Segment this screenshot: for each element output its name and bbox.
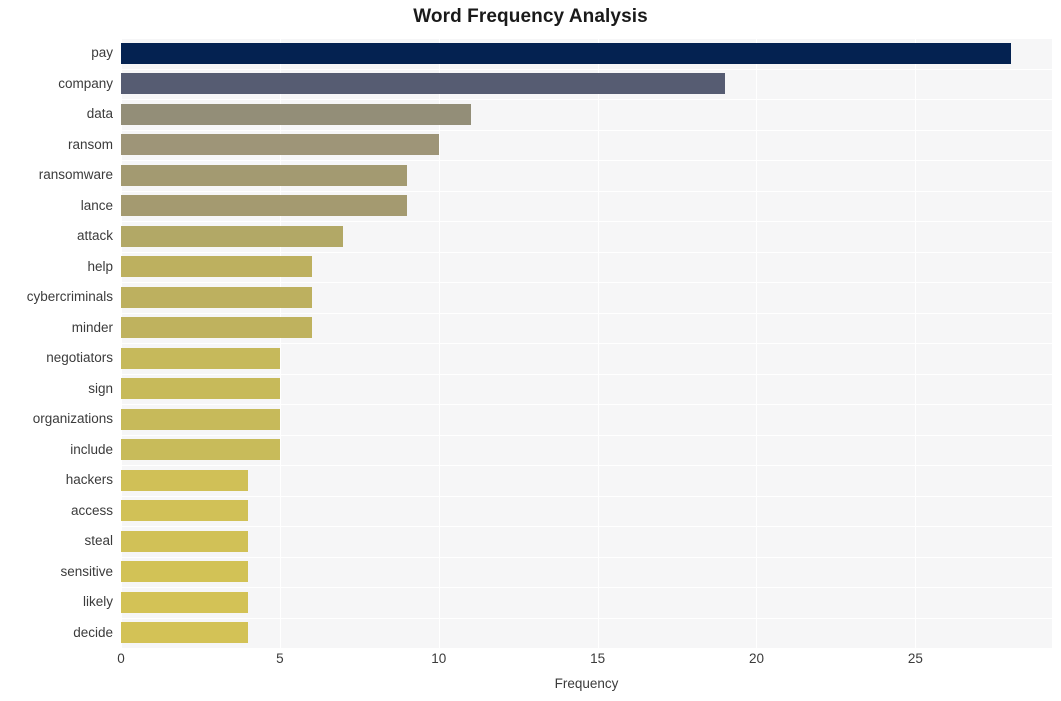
horizontal-gridline <box>121 221 1052 222</box>
horizontal-gridline <box>121 648 1052 649</box>
bar-row[interactable] <box>121 530 1052 552</box>
bar-company[interactable] <box>121 73 725 95</box>
y-tick-label-hackers: hackers <box>65 472 113 488</box>
bar-hackers[interactable] <box>121 469 249 491</box>
bar-likely[interactable] <box>121 591 249 613</box>
bar-minder[interactable] <box>121 317 312 339</box>
x-tick-label-5: 5 <box>276 651 284 666</box>
horizontal-gridline <box>121 617 1052 619</box>
horizontal-gridline <box>121 465 1052 466</box>
x-axis-tick-labels: 0 5 10 15 20 25 <box>117 651 1052 672</box>
plot-area <box>121 38 1052 649</box>
bar-row[interactable] <box>121 469 1052 491</box>
horizontal-gridline <box>121 68 1052 70</box>
y-tick-label-minder: minder <box>71 319 113 335</box>
bar-help[interactable] <box>121 256 312 278</box>
bar-row[interactable] <box>121 225 1052 247</box>
bar-row[interactable] <box>121 164 1052 186</box>
y-tick-label-likely: likely <box>82 594 113 610</box>
bar-attack[interactable] <box>121 225 344 247</box>
bar-row[interactable] <box>121 317 1052 339</box>
bar-ransomware[interactable] <box>121 164 407 186</box>
bar-row[interactable] <box>121 591 1052 613</box>
horizontal-gridline <box>121 404 1052 405</box>
y-tick-label-ransomware: ransomware <box>38 167 113 183</box>
bar-row[interactable] <box>121 195 1052 217</box>
bar-row[interactable] <box>121 622 1052 644</box>
horizontal-gridline <box>121 556 1052 558</box>
bar-negotiators[interactable] <box>121 347 280 369</box>
bar-row[interactable] <box>121 561 1052 583</box>
bar-ransom[interactable] <box>121 134 439 156</box>
bar-row[interactable] <box>121 73 1052 95</box>
horizontal-gridline <box>121 587 1052 588</box>
bar-row[interactable] <box>121 347 1052 369</box>
horizontal-gridline <box>121 373 1052 375</box>
horizontal-gridline <box>121 99 1052 100</box>
y-tick-label-lance: lance <box>80 197 113 213</box>
y-tick-label-help: help <box>87 258 113 274</box>
bar-row[interactable] <box>121 408 1052 430</box>
bar-pay[interactable] <box>121 42 1011 64</box>
horizontal-gridline <box>121 190 1052 192</box>
y-tick-label-organizations: organizations <box>32 411 113 427</box>
bar-sign[interactable] <box>121 378 280 400</box>
x-tick-label-15: 15 <box>590 651 606 666</box>
horizontal-gridline <box>121 434 1052 436</box>
horizontal-gridline <box>121 282 1052 283</box>
bar-steal[interactable] <box>121 530 249 552</box>
bar-cybercriminals[interactable] <box>121 286 312 308</box>
chart-title: Word Frequency Analysis <box>413 6 648 27</box>
y-tick-label-company: company <box>58 75 113 91</box>
bar-access[interactable] <box>121 500 249 522</box>
y-tick-label-negotiators: negotiators <box>46 350 113 366</box>
x-tick-label-0: 0 <box>117 651 125 666</box>
bar-row[interactable] <box>121 42 1052 64</box>
bar-row[interactable] <box>121 256 1052 278</box>
y-tick-label-sign: sign <box>88 380 113 396</box>
bar-row[interactable] <box>121 439 1052 461</box>
y-axis-tick-labels: pay company data ransom ransomware lance attac… <box>0 38 113 648</box>
y-tick-label-data: data <box>86 106 113 122</box>
bar-data[interactable] <box>121 103 471 125</box>
horizontal-gridline <box>121 495 1052 497</box>
bar-row[interactable] <box>121 103 1052 125</box>
y-tick-label-attack: attack <box>76 228 113 244</box>
horizontal-gridline <box>121 343 1052 344</box>
x-axis-title: Frequency <box>554 676 619 691</box>
x-tick-label-25: 25 <box>907 651 923 666</box>
bar-row[interactable] <box>121 134 1052 156</box>
horizontal-gridline <box>121 38 1052 39</box>
bar-lance[interactable] <box>121 195 407 217</box>
bar-row[interactable] <box>121 286 1052 308</box>
bar-sensitive[interactable] <box>121 561 249 583</box>
horizontal-gridline <box>121 526 1052 527</box>
bar-row[interactable] <box>121 378 1052 400</box>
x-tick-label-10: 10 <box>431 651 447 666</box>
y-tick-label-steal: steal <box>84 533 113 549</box>
y-tick-label-access: access <box>70 502 113 518</box>
horizontal-gridline <box>121 312 1052 314</box>
bar-include[interactable] <box>121 439 280 461</box>
y-tick-label-ransom: ransom <box>67 136 113 152</box>
bar-row[interactable] <box>121 500 1052 522</box>
y-tick-label-decide: decide <box>73 624 113 640</box>
bar-decide[interactable] <box>121 622 249 644</box>
horizontal-gridline <box>121 251 1052 253</box>
y-tick-label-pay: pay <box>91 45 113 61</box>
chart-figure: Word Frequency Analysis pay company data ra… <box>0 0 1061 701</box>
horizontal-gridline <box>121 129 1052 131</box>
x-tick-label-20: 20 <box>748 651 764 666</box>
y-tick-label-include: include <box>70 441 113 457</box>
bar-organizations[interactable] <box>121 408 280 430</box>
horizontal-gridline <box>121 160 1052 161</box>
y-tick-label-sensitive: sensitive <box>60 563 113 579</box>
y-tick-label-cybercriminals: cybercriminals <box>26 289 113 305</box>
